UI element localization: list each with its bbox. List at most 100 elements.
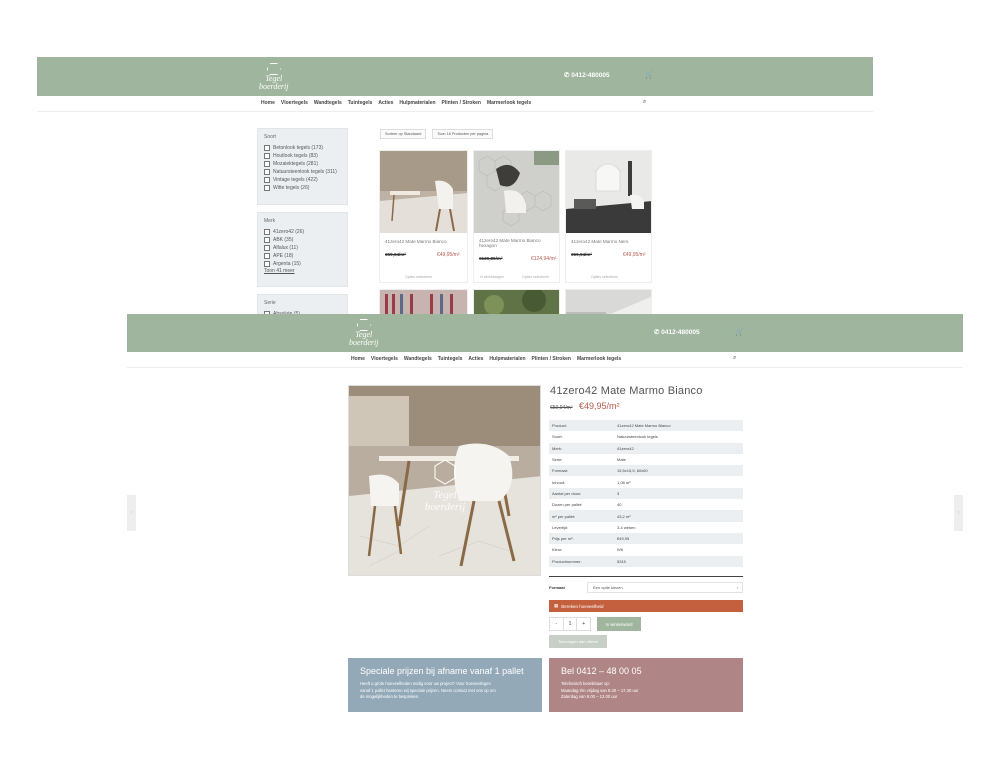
nav-item[interactable]: Marmerlook tegels — [487, 100, 531, 106]
nav-item[interactable]: Home — [261, 100, 275, 106]
format-select[interactable]: Een optie kiezen › — [587, 582, 743, 593]
product-screenshot: Tegel boerderij ✆ 0412-480005 🛒 Home Vloe… — [127, 314, 963, 712]
nav-item[interactable]: Acties — [378, 100, 393, 106]
spec-label: Dozen per pallet: — [552, 502, 583, 508]
promo-call-text: Telefonisch bereikbaar op: Maandag t/m vr… — [561, 681, 639, 699]
filter-option[interactable]: Witte tegels (26) — [264, 184, 341, 192]
next-arrow-icon[interactable]: › — [954, 495, 963, 531]
nav-item[interactable]: Plinten / Stroken — [442, 100, 481, 106]
perpage-select[interactable]: Toon 16 Producten per pagina — [432, 129, 494, 139]
spec-value: 3 — [614, 487, 743, 500]
nav-item[interactable]: Wandtegels — [404, 356, 432, 362]
site-logo[interactable]: Tegel boerderij — [259, 63, 288, 91]
prev-arrow-icon[interactable]: ‹ — [127, 495, 136, 531]
nav-item[interactable]: Vloertegels — [371, 356, 398, 362]
nav-item[interactable]: Marmerlook tegels — [577, 356, 621, 362]
filter-merk: Merk 41zero42 (26) ABK (35) Alfalux (11) APE… — [257, 212, 348, 287]
nav-item[interactable]: Tuintegels — [348, 100, 373, 106]
spec-value: Mate — [617, 457, 626, 463]
spec-label: Productnummer: — [549, 555, 614, 567]
filter-option[interactable]: Betonlook tegels (173) — [264, 144, 341, 152]
qty-input[interactable]: 1 — [564, 618, 577, 630]
filter-option[interactable]: Argenta (15) — [264, 260, 341, 268]
spec-value: €49,95 — [614, 532, 743, 545]
product-card[interactable]: 41zero42 Mate Marmo Nero €59,94/m² €49,9… — [565, 150, 652, 283]
filter-option[interactable]: APE (18) — [264, 252, 341, 260]
checkbox-icon[interactable] — [264, 253, 270, 259]
checkbox-icon[interactable] — [264, 153, 270, 159]
show-more-link[interactable]: Toon 41 meer — [264, 268, 341, 274]
nav-item[interactable]: Plinten / Stroken — [532, 356, 571, 362]
product-card[interactable]: 41zero42 Mate Marmo Bianco hexagon €139,… — [473, 150, 560, 283]
product-card[interactable]: 41zero42 Mate Marmo Bianco €59,94/m² €49… — [379, 150, 468, 283]
nav-item[interactable]: Hulpmaterialen — [489, 356, 525, 362]
header-phone[interactable]: ✆ 0412-480005 — [564, 71, 610, 79]
checkbox-icon[interactable] — [264, 261, 270, 267]
checkbox-icon[interactable] — [264, 177, 270, 183]
header-phone[interactable]: ✆ 0412-480005 — [654, 328, 700, 336]
filter-title: Merk — [264, 218, 276, 224]
add-to-cart-button[interactable]: In winkelwagen — [480, 275, 504, 279]
add-to-quote-button[interactable]: Toevoegen aan offerte — [549, 635, 607, 648]
spec-row: Productnummer: 5315 — [549, 555, 743, 567]
filter-option[interactable]: Vintage tegels (422) — [264, 176, 341, 184]
nav-item[interactable]: Acties — [468, 356, 483, 362]
filter-soort: Soort Betonlook tegels (173) Houtlook tege… — [257, 128, 348, 205]
nav-item[interactable]: Hulpmaterialen — [399, 100, 435, 106]
spec-value: 5315 — [614, 555, 743, 567]
search-icon[interactable]: ⌕ — [733, 355, 736, 362]
filter-option[interactable]: ABK (35) — [264, 236, 341, 244]
spec-label: Merk: — [549, 442, 614, 454]
select-options-button[interactable]: Opties selecteren — [522, 275, 549, 279]
nav-item[interactable]: Wandtegels — [314, 100, 342, 106]
product-image[interactable] — [566, 151, 651, 233]
select-options-button[interactable]: Opties selecteren — [591, 275, 618, 279]
sort-select[interactable]: Sorteer op Standaard — [380, 129, 427, 139]
spec-row: Levertijd: 3-4 weken — [549, 522, 743, 533]
spec-value: 15,5x15,5, 60x60 — [614, 465, 743, 477]
phone-icon: ✆ — [564, 72, 570, 79]
spec-label: Prijs per m²: — [549, 532, 614, 545]
checkbox-icon[interactable] — [264, 145, 270, 151]
cart-icon[interactable]: 🛒 — [645, 71, 654, 79]
spec-label: Inhoud: — [552, 479, 566, 485]
filter-option[interactable]: Alfalux (11) — [264, 244, 341, 252]
checkbox-icon[interactable] — [264, 245, 270, 251]
product-main-image[interactable]: Tegel boerderij — [348, 385, 541, 576]
checkbox-icon[interactable] — [264, 161, 270, 167]
calculator-icon: ▦ — [554, 603, 559, 608]
filter-option[interactable]: Houtlook tegels (83) — [264, 152, 341, 160]
checkbox-icon[interactable] — [264, 169, 270, 175]
nav-item[interactable]: Home — [351, 356, 365, 362]
spec-value: Wit — [617, 547, 623, 553]
checkbox-icon[interactable] — [264, 229, 270, 235]
product-title: 41zero42 Mate Marmo Bianco — [550, 385, 703, 397]
add-to-cart-button[interactable]: In winkelwand — [597, 617, 641, 631]
spec-row: Formaat: 15,5x15,5, 60x60 — [549, 465, 743, 477]
spec-value: 1,08 m² — [617, 479, 631, 485]
checkbox-icon[interactable] — [264, 185, 270, 191]
spec-value: 3-4 weken — [617, 524, 636, 530]
search-icon[interactable]: ⌕ — [643, 99, 646, 106]
site-logo[interactable]: Tegel boerderij — [349, 319, 378, 347]
chevron-down-icon: › — [736, 585, 738, 590]
checkbox-icon[interactable] — [264, 237, 270, 243]
spec-row: Aantal per doos: 3 — [549, 487, 743, 500]
qty-minus-button[interactable]: - — [550, 618, 564, 630]
quantity-stepper[interactable]: - 1 + — [549, 617, 591, 631]
spec-row: m² per pallet: 43,2 m² — [549, 510, 743, 522]
filter-option[interactable]: Mozaiektegels (281) — [264, 160, 341, 168]
product-image[interactable] — [380, 151, 467, 233]
site-header: Tegel boerderij ✆ 0412-480005 🛒 — [127, 314, 963, 352]
cart-icon[interactable]: 🛒 — [735, 328, 744, 336]
qty-plus-button[interactable]: + — [576, 618, 590, 630]
nav-item[interactable]: Tuintegels — [438, 356, 463, 362]
nav-item[interactable]: Vloertegels — [281, 100, 308, 106]
filter-option[interactable]: Natuursteenlook tegels (311) — [264, 168, 341, 176]
filter-option[interactable]: 41zero42 (26) — [264, 228, 341, 236]
spec-row: Prijs per m²: €49,95 — [549, 532, 743, 545]
calculate-quantity-button[interactable]: ▦ Bereken hoeveelheid — [549, 600, 743, 612]
select-options-button[interactable]: Opties selecteren — [405, 275, 432, 279]
product-image[interactable] — [474, 151, 559, 233]
main-nav: Home Vloertegels Wandtegels Tuintegels Actie… — [37, 96, 873, 112]
